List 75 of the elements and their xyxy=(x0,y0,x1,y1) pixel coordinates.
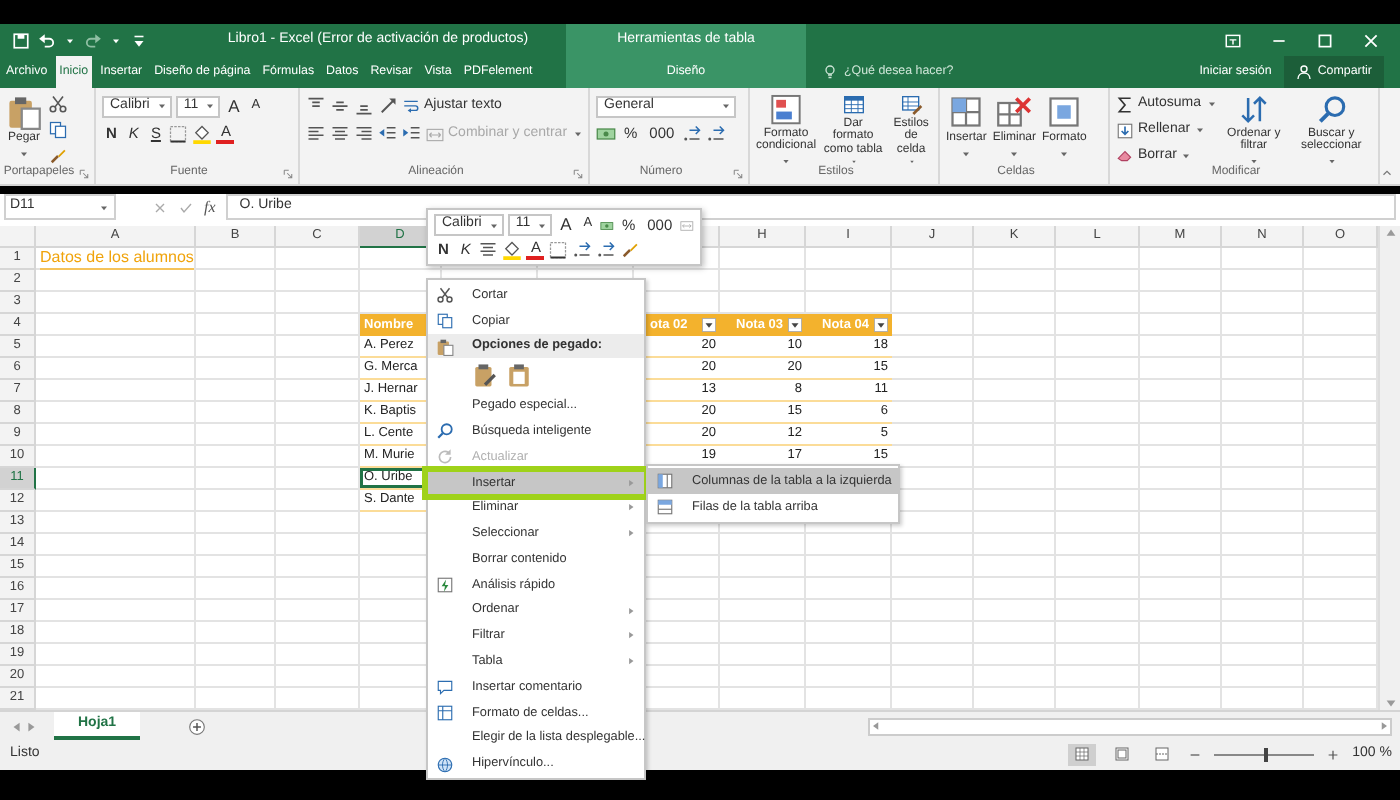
undo-icon[interactable] xyxy=(38,31,56,49)
sigma-icon[interactable] xyxy=(1116,95,1134,114)
filter-dropdown-icon[interactable] xyxy=(702,318,716,332)
sheet-title: Datos de los alumnos xyxy=(40,248,194,270)
search-icon[interactable] xyxy=(1313,94,1350,126)
redo-icon[interactable] xyxy=(84,31,102,49)
format-cells-icon[interactable] xyxy=(1046,94,1083,130)
brush-icon[interactable] xyxy=(48,145,68,166)
filter-dropdown-icon[interactable] xyxy=(788,318,802,332)
orientation-icon[interactable] xyxy=(378,96,398,116)
page-layout-icon xyxy=(1114,746,1131,763)
ribbon-options-icon[interactable] xyxy=(1224,31,1242,49)
zoom-in-icon[interactable] xyxy=(1326,748,1341,762)
scroll-right-icon xyxy=(1378,720,1390,732)
add-sheet-icon[interactable] xyxy=(188,717,207,735)
dialog-launcher-icon[interactable] xyxy=(572,168,584,180)
paste-plain-icon[interactable] xyxy=(506,362,532,389)
decimal-icon[interactable] xyxy=(596,240,617,260)
customize-icon[interactable] xyxy=(130,31,148,49)
maximize-icon[interactable] xyxy=(1316,31,1334,49)
zoom-out-icon[interactable] xyxy=(1188,748,1203,762)
caret-icon xyxy=(155,100,168,112)
vertical-scrollbar[interactable] xyxy=(1378,226,1400,710)
fill-down-icon[interactable] xyxy=(1116,121,1134,139)
insert-cells-icon[interactable] xyxy=(948,94,985,130)
scissors-icon[interactable] xyxy=(48,94,68,115)
border-icon[interactable] xyxy=(168,124,189,144)
close-icon[interactable] xyxy=(1362,31,1380,49)
align-center-icon[interactable] xyxy=(330,124,350,144)
align-right-icon[interactable] xyxy=(354,124,374,144)
save-icon[interactable] xyxy=(12,31,30,49)
insert-row-icon xyxy=(656,497,674,516)
currency-icon[interactable] xyxy=(596,124,616,144)
view-button[interactable] xyxy=(1068,744,1097,766)
align-center-icon[interactable] xyxy=(478,240,499,260)
decimal-icon[interactable] xyxy=(682,124,703,144)
paste-brush-icon[interactable] xyxy=(472,362,498,389)
scroll-up-icon xyxy=(1383,226,1397,240)
copy-icon[interactable] xyxy=(48,120,68,140)
delete-cells-icon[interactable] xyxy=(996,94,1033,130)
person-icon xyxy=(1295,64,1312,80)
fill-icon[interactable] xyxy=(502,240,523,260)
fill-icon[interactable] xyxy=(192,124,213,144)
slider-thumb[interactable] xyxy=(1264,748,1269,762)
caret-icon xyxy=(98,201,110,213)
caret-icon xyxy=(204,100,217,112)
collapse-ribbon-icon[interactable] xyxy=(1380,166,1394,180)
indent-icon[interactable] xyxy=(402,124,422,144)
horizontal-scrollbar[interactable] xyxy=(868,717,1392,735)
caret-icon xyxy=(720,100,732,112)
align-middle-icon[interactable] xyxy=(330,96,350,116)
brush-icon[interactable] xyxy=(620,240,641,260)
decimal-icon[interactable] xyxy=(706,124,727,144)
clipboard-icon[interactable] xyxy=(6,94,42,130)
eraser-icon[interactable] xyxy=(1116,146,1134,165)
align-left-icon[interactable] xyxy=(306,124,326,144)
caret-icon xyxy=(536,219,549,231)
grow-font-button[interactable]: A xyxy=(556,216,576,234)
conditional-icon[interactable] xyxy=(768,94,804,126)
insert-function-button[interactable]: fx xyxy=(204,197,216,217)
insert-column-icon xyxy=(656,472,674,490)
dialog-launcher-icon[interactable] xyxy=(78,168,90,180)
wrap-icon[interactable] xyxy=(402,97,420,115)
scroll-left-icon xyxy=(870,720,882,732)
dialog-launcher-icon[interactable] xyxy=(282,168,294,180)
page-break-icon xyxy=(1154,746,1171,763)
border-icon[interactable] xyxy=(548,240,569,260)
filter-dropdown-icon[interactable] xyxy=(874,318,888,332)
decimal-icon[interactable] xyxy=(572,240,593,260)
dialog-launcher-icon[interactable] xyxy=(732,168,744,180)
bulb-icon xyxy=(822,64,838,80)
normal-view-icon xyxy=(1074,746,1091,763)
grow-font-button[interactable]: A xyxy=(224,97,244,115)
outdent-icon[interactable] xyxy=(378,124,398,144)
caret-icon xyxy=(487,219,500,231)
